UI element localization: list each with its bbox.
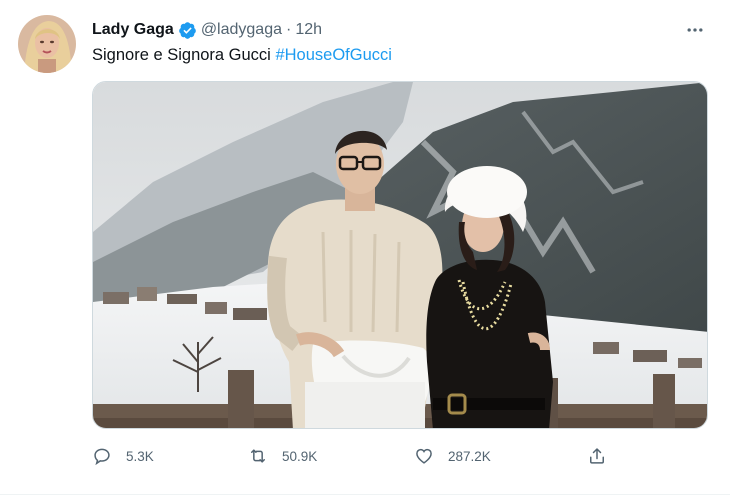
- hashtag-link[interactable]: #HouseOfGucci: [275, 46, 391, 64]
- share-icon: [590, 448, 604, 464]
- reply-button[interactable]: 5.3K: [92, 442, 154, 470]
- tweet-text: Signore e Signora Gucci #HouseOfGucci: [92, 44, 392, 66]
- share-button[interactable]: [587, 442, 607, 470]
- reply-icon: [94, 448, 110, 466]
- retweet-icon: [251, 449, 265, 463]
- avatar[interactable]: [18, 15, 76, 73]
- like-count: 287.2K: [448, 448, 491, 464]
- heart-icon: [416, 448, 432, 464]
- like-button[interactable]: 287.2K: [414, 442, 491, 470]
- verified-badge-icon: [178, 21, 196, 39]
- retweet-count: 50.9K: [282, 448, 318, 464]
- tweet-timestamp[interactable]: 12h: [295, 21, 322, 39]
- tweet-actions: 5.3K 50.9K 287.2K: [92, 442, 632, 470]
- author-handle[interactable]: @ladygaga: [201, 21, 282, 39]
- more-options-button[interactable]: [680, 19, 710, 41]
- avatar-image: [18, 15, 76, 73]
- header-separator: ·: [286, 21, 292, 38]
- tweet-header: Lady Gaga @ladygaga · 12h: [92, 19, 322, 41]
- photo-image: [93, 82, 707, 428]
- tweet-text-plain: Signore e Signora Gucci: [92, 46, 271, 64]
- reply-count: 5.3K: [126, 448, 154, 464]
- more-horizontal-icon: [687, 28, 703, 32]
- tweet-card[interactable]: Lady Gaga @ladygaga · 12h Signore e Sign…: [0, 0, 730, 495]
- tweet-media-photo[interactable]: [92, 81, 708, 429]
- retweet-button[interactable]: 50.9K: [248, 442, 317, 470]
- author-display-name[interactable]: Lady Gaga: [92, 21, 174, 39]
